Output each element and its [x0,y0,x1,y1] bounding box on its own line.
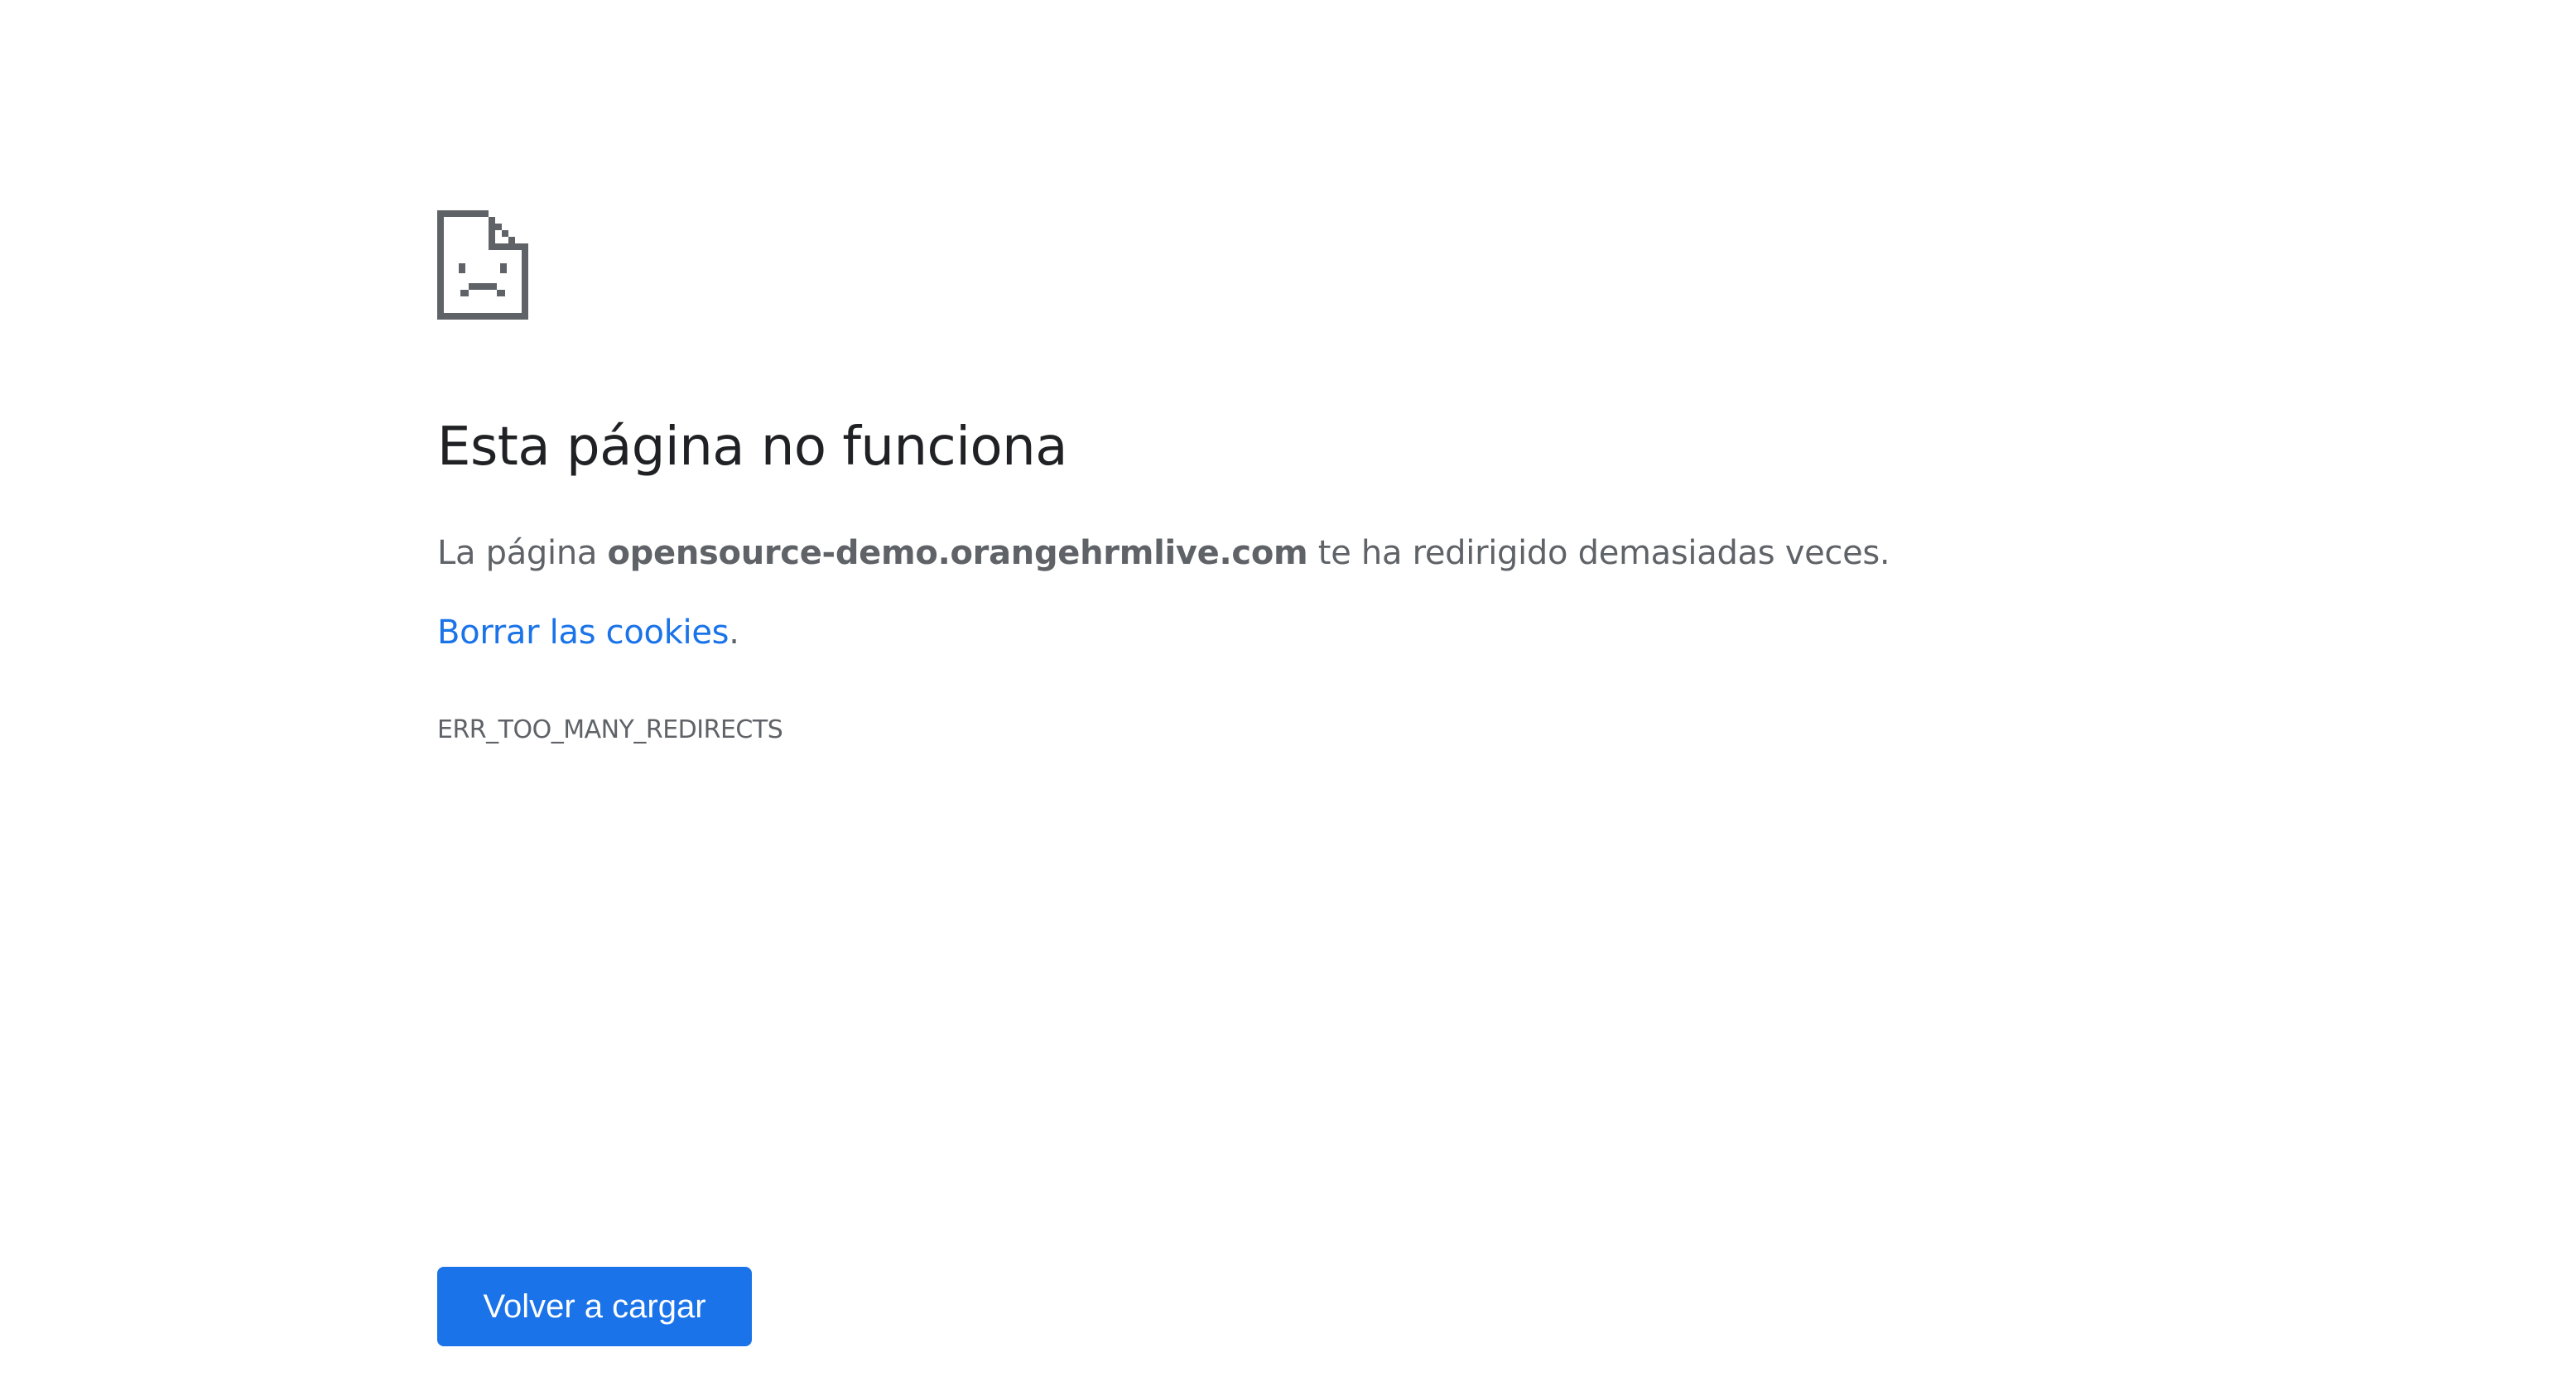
site-host: opensource-demo.orangehrmlive.com [607,534,1308,572]
sad-page-icon [437,210,528,320]
summary-suffix: te ha redirigido demasiadas veces. [1307,534,1890,572]
error-code: ERR_TOO_MANY_REDIRECTS [437,715,783,744]
reload-button[interactable]: Volver a cargar [437,1267,752,1346]
page-title: Esta página no funciona [437,416,1067,478]
error-content: Esta página no funciona La página openso… [437,210,2176,744]
error-summary: La página opensource-demo.orangehrmlive.… [437,532,1890,575]
suggestion: Borrar las cookies. [437,611,739,654]
summary-prefix: La página [437,534,608,572]
clear-cookies-link[interactable]: Borrar las cookies [437,614,729,652]
suggestion-period: . [729,614,739,652]
